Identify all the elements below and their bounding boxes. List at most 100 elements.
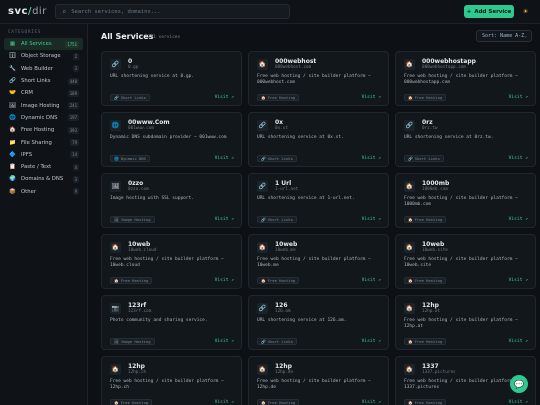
category-tag[interactable]: 🏠 Free Hosting: [110, 277, 153, 284]
search-input[interactable]: [71, 8, 272, 15]
sidebar-item-free-hosting[interactable]: 🏠 Free Hosting 393: [4, 124, 83, 136]
category-count-badge: 3: [72, 175, 79, 183]
app-logo[interactable]: svc/dir: [8, 6, 47, 17]
service-card[interactable]: 🏠 10web 10web.site Free web hosting / site …: [395, 234, 536, 289]
sort-select[interactable]: Sort: Name A-Z ⌄: [476, 30, 532, 42]
service-icon: 📷: [110, 303, 121, 314]
visit-link[interactable]: Visit ↗: [362, 278, 381, 283]
category-count-badge: 197: [67, 114, 79, 122]
category-tag[interactable]: 🔗 Short Links: [404, 155, 444, 162]
category-tag[interactable]: 🏠 Free Hosting: [257, 94, 300, 101]
sidebar-item-object-storage[interactable]: 🗄 Object Storage 2: [4, 50, 83, 62]
sidebar-item-domains-dns[interactable]: 🌍 Domains & DNS 3: [4, 173, 83, 185]
visit-link[interactable]: Visit ↗: [215, 339, 234, 344]
visit-link[interactable]: Visit ↗: [509, 278, 528, 283]
category-tag[interactable]: 🏠 Free Hosting: [404, 399, 447, 405]
tag-label: Image Hosting: [120, 217, 151, 222]
sidebar-item-label: IPFS: [21, 151, 33, 158]
category-tag[interactable]: 🏠 Free Hosting: [257, 399, 300, 405]
tag-label: Free Hosting: [267, 278, 296, 283]
category-tag[interactable]: 🏠 Free Hosting: [110, 399, 153, 405]
sidebar-item-label: Dynamic DNS: [21, 114, 58, 121]
service-name: 0rz: [422, 119, 433, 126]
category-tag[interactable]: 🏠 Free Hosting: [404, 277, 447, 284]
category-tag[interactable]: 🔗 Short Links: [257, 155, 297, 162]
category-tag[interactable]: 🔗 Short Links: [257, 338, 297, 345]
service-icon: 🏠: [404, 364, 415, 375]
service-card[interactable]: 🏠 12hp 12hp.de Free web hosting / site buil…: [248, 356, 389, 405]
sidebar-item-all-services[interactable]: ▦ All Services 1751: [4, 38, 83, 51]
service-description: Free web hosting / site builder platform…: [404, 196, 518, 208]
sidebar-item-short-links[interactable]: 🔗 Short Links 440: [4, 75, 83, 87]
visit-link[interactable]: Visit ↗: [362, 95, 381, 100]
visit-link[interactable]: Visit ↗: [362, 339, 381, 344]
service-card[interactable]: 🏠 10web 10web.me Free web hosting / site bu…: [248, 234, 389, 289]
category-tag[interactable]: 🏠 Free Hosting: [404, 216, 447, 223]
visit-link[interactable]: Visit ↗: [362, 400, 381, 405]
category-count-badge: 393: [67, 126, 79, 134]
visit-link[interactable]: Visit ↗: [509, 95, 528, 100]
category-tag[interactable]: 🏠 Free Hosting: [257, 277, 300, 284]
sidebar-item-web-builder[interactable]: 🔧 Web Builder 3: [4, 63, 83, 75]
add-service-button[interactable]: + Add Service: [464, 5, 514, 18]
visit-link[interactable]: Visit ↗: [215, 217, 234, 222]
search-box[interactable]: ⌕: [55, 4, 290, 19]
service-card[interactable]: 🔗 0rz 0rz.tw URL shortening service at 0rz.…: [395, 112, 536, 167]
add-service-label: Add Service: [474, 8, 512, 15]
service-card[interactable]: 🏠 12hp 12hp.at Free web hosting / site buil…: [395, 295, 536, 350]
service-name: 10web: [275, 241, 298, 248]
service-card[interactable]: 🏠 10web 10web.cloud Free web hosting / site…: [101, 234, 242, 289]
visit-link[interactable]: Visit ↗: [362, 156, 381, 161]
service-description: Free web hosting / site builder platform…: [404, 318, 518, 330]
visit-link[interactable]: Visit ↗: [509, 339, 528, 344]
service-card[interactable]: 🖼 0zzo 0zzo.com Image hosting with SSL supp…: [101, 173, 242, 228]
service-card[interactable]: 🔗 1 Url 1-url.net URL shortening service at…: [248, 173, 389, 228]
sidebar-item-dynamic-dns[interactable]: 🌐 Dynamic DNS 197: [4, 112, 83, 124]
category-tag[interactable]: 🖼 Image Hosting: [110, 338, 155, 345]
tag-icon: 🏠: [261, 95, 266, 100]
sidebar-item-other[interactable]: 📦 Other 9: [4, 186, 83, 198]
category-tag[interactable]: 🏠 Free Hosting: [404, 338, 447, 345]
sidebar-item-label: Free Hosting: [21, 127, 55, 134]
sidebar-item-file-sharing[interactable]: 📁 File Sharing 79: [4, 136, 83, 148]
service-card[interactable]: 🔗 0 0.gp URL shortening service at 0.gp. 🔗 Sh…: [101, 51, 242, 106]
visit-link[interactable]: Visit ↗: [215, 156, 234, 161]
service-card[interactable]: 🌐 00www.Com 001www.com Dynamic DNS subdomai…: [101, 112, 242, 167]
category-icon: 🗄: [9, 53, 16, 60]
category-icon: 🏠: [9, 127, 16, 134]
service-description: Photo community and sharing service.: [110, 318, 208, 323]
theme-toggle-sun-icon[interactable]: ☀: [519, 5, 532, 18]
service-card[interactable]: 🏠 000webhost 000webhost.com Free web hostin…: [248, 51, 389, 106]
category-list: ▦ All Services 1751 🗄 Object Storage 2 🔧 Web Bu…: [0, 38, 87, 198]
service-name: 0zzo: [128, 180, 144, 187]
visit-link[interactable]: Visit ↗: [509, 156, 528, 161]
category-tag[interactable]: 🌐 Dynamic DNS: [110, 155, 150, 162]
chat-help-button[interactable]: 💬: [510, 375, 528, 393]
visit-link[interactable]: Visit ↗: [215, 400, 234, 405]
sidebar-item-image-hosting[interactable]: 🖼 Image Hosting 241: [4, 99, 83, 111]
sidebar-item-ipfs[interactable]: 🔷 IPFS 14: [4, 149, 83, 161]
service-icon: 🏠: [110, 364, 121, 375]
category-tag[interactable]: 🏠 Free Hosting: [404, 94, 447, 101]
visit-link[interactable]: Visit ↗: [215, 95, 234, 100]
service-card[interactable]: 📷 123rf 123rf.com Photo community and shari…: [101, 295, 242, 350]
service-card[interactable]: 🏠 1000mb 1000mb.com Free web hosting / site…: [395, 173, 536, 228]
service-description: Free web hosting / site builder platform…: [110, 379, 224, 391]
service-description: Free web hosting / site builder platform…: [257, 379, 371, 391]
category-tag[interactable]: 🔗 Short Links: [110, 94, 150, 101]
category-icon: 🔷: [9, 151, 16, 158]
sidebar-item-paste-text[interactable]: 📋 Paste / Text 4: [4, 161, 83, 173]
category-tag[interactable]: 🖼 Image Hosting: [110, 216, 155, 223]
visit-link[interactable]: Visit ↗: [509, 217, 528, 222]
service-name: 10web: [422, 241, 445, 248]
visit-link[interactable]: Visit ↗: [509, 400, 528, 405]
service-card[interactable]: 🔗 126 126.am URL shortening service at 126.…: [248, 295, 389, 350]
service-card[interactable]: 🏠 12hp 12hp.ch Free web hosting / site buil…: [101, 356, 242, 405]
service-card[interactable]: 🏠 000webhostapp 000webhostapp.com Free web …: [395, 51, 536, 106]
category-tag[interactable]: 🔗 Short Links: [257, 216, 297, 223]
visit-link[interactable]: Visit ↗: [215, 278, 234, 283]
plus-icon: +: [466, 8, 472, 15]
sidebar-item-crm[interactable]: 🤝 CRM 189: [4, 87, 83, 99]
visit-link[interactable]: Visit ↗: [362, 217, 381, 222]
service-card[interactable]: 🔗 0x 0x.st URL shortening service at 0x.st.…: [248, 112, 389, 167]
